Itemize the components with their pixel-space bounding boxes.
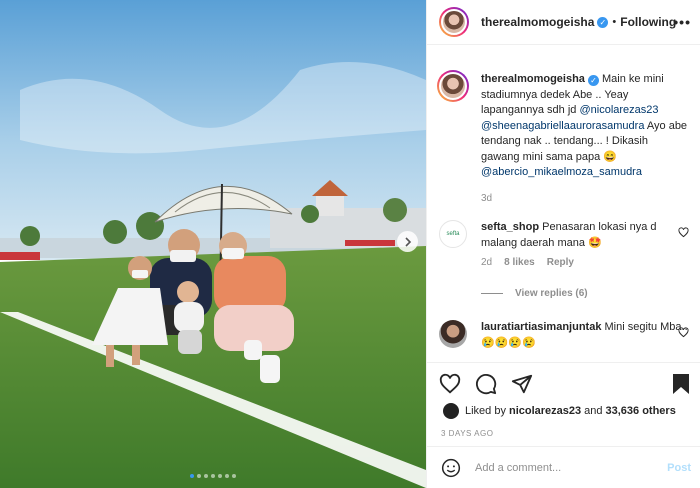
view-replies-label: View replies (6) xyxy=(515,288,588,299)
avatar[interactable] xyxy=(439,7,469,37)
share-icon[interactable] xyxy=(511,373,533,395)
carousel-dot xyxy=(211,474,215,478)
post-header: therealmomogeisha ✓ • Following ••• xyxy=(427,0,700,45)
divider xyxy=(481,293,503,294)
verified-badge-icon: ✓ xyxy=(597,16,609,28)
comment-text: sefta_shop Penasaran lokasi nya d malang… xyxy=(481,220,689,251)
header-username[interactable]: therealmomogeisha xyxy=(481,15,594,29)
liked-by-prefix: Liked by xyxy=(465,405,506,417)
likes-count[interactable]: 33,636 others xyxy=(606,405,676,417)
carousel-dot xyxy=(218,474,222,478)
caption-text: therealmomogeisha ✓ Main ke mini stadiumn… xyxy=(481,72,689,181)
post-photo xyxy=(0,0,426,488)
action-icons xyxy=(439,373,533,395)
comment-item: sefta sefta_shop Penasaran lokasi nya d … xyxy=(439,220,689,268)
mention-link[interactable]: @nicolarezas23 xyxy=(579,104,658,116)
post-media[interactable] xyxy=(0,0,426,488)
bookmark-icon[interactable] xyxy=(671,373,691,395)
post-timestamp[interactable]: 3 DAYS AGO xyxy=(441,429,493,438)
carousel-dot xyxy=(225,474,229,478)
comment-item: lauratiartiasimanjuntak Mini segitu Mba.… xyxy=(439,320,689,351)
verified-badge-icon: ✓ xyxy=(587,75,599,86)
caption-meta: 3d xyxy=(481,193,689,204)
reply-button[interactable]: Reply xyxy=(547,257,574,268)
avatar[interactable] xyxy=(439,320,467,348)
comment-text: lauratiartiasimanjuntak Mini segitu Mba.… xyxy=(481,320,689,351)
separator-dot: • xyxy=(612,16,617,28)
comment-meta: 2d 8 likes Reply xyxy=(481,257,689,268)
caption-avatar[interactable] xyxy=(437,70,469,102)
avatar[interactable]: sefta xyxy=(439,220,467,248)
carousel-dot xyxy=(232,474,236,478)
carousel-dot xyxy=(204,474,208,478)
liked-by-user[interactable]: nicolarezas23 xyxy=(509,405,581,417)
add-comment-bar: Post xyxy=(427,446,700,488)
post-button[interactable]: Post xyxy=(667,462,691,474)
view-replies-button[interactable]: View replies (6) xyxy=(481,288,588,299)
comment-username[interactable]: sefta_shop xyxy=(481,221,539,233)
comment-time[interactable]: 2d xyxy=(481,257,492,268)
post-side-panel: therealmomogeisha ✓ • Following ••• ther… xyxy=(426,0,700,488)
heart-icon[interactable] xyxy=(678,227,689,238)
more-options-icon[interactable]: ••• xyxy=(673,14,691,30)
comment-icon[interactable] xyxy=(475,373,497,395)
heart-icon[interactable] xyxy=(678,327,689,338)
mention-link[interactable]: @sheenagabriellaaurorasamudra xyxy=(481,120,644,132)
caption-time[interactable]: 3d xyxy=(481,193,492,204)
next-slide-button[interactable] xyxy=(397,231,418,252)
caption: therealmomogeisha ✓ Main ke mini stadiumn… xyxy=(437,70,689,204)
avatar[interactable] xyxy=(443,403,459,419)
comment-username[interactable]: lauratiartiasimanjuntak xyxy=(481,321,601,333)
comments-list[interactable]: therealmomogeisha ✓ Main ke mini stadiumn… xyxy=(427,46,700,362)
emoji-icon[interactable] xyxy=(441,458,461,478)
caption-username[interactable]: therealmomogeisha xyxy=(481,73,585,85)
post-actions: Liked by nicolarezas23 and 33,636 others… xyxy=(427,362,700,446)
avatar-label: sefta xyxy=(446,231,460,237)
liked-by-and: and xyxy=(584,405,603,417)
comment-input[interactable] xyxy=(475,461,655,474)
like-heart-icon[interactable] xyxy=(439,373,461,395)
carousel-dot xyxy=(190,474,194,478)
comment-likes[interactable]: 8 likes xyxy=(504,257,535,268)
carousel-dots xyxy=(0,474,426,478)
chevron-right-icon xyxy=(404,236,411,247)
carousel-dot xyxy=(197,474,201,478)
following-button[interactable]: Following xyxy=(620,15,676,29)
mention-link[interactable]: @abercio_mikaelmoza_samudra xyxy=(481,166,642,178)
liked-by: Liked by nicolarezas23 and 33,636 others xyxy=(443,403,676,419)
